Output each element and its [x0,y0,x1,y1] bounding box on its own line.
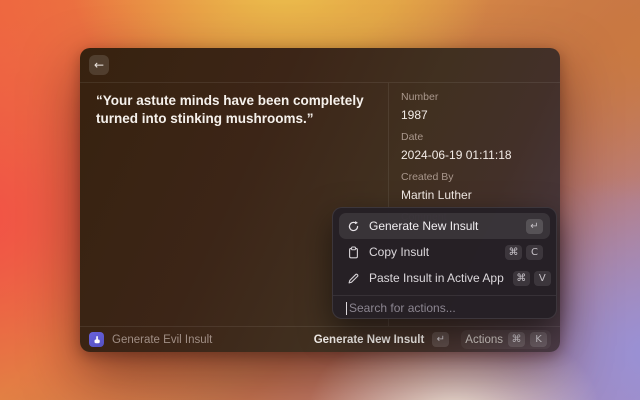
k-key-badge: K [530,332,547,347]
back-arrow-icon: ← [94,55,104,75]
metadata-value: 1987 [401,108,548,122]
window-header: ← [80,48,560,83]
return-key-badge: ↵ [526,219,543,234]
actions-popup: Generate New Insult ↵ Copy Insult ⌘ C [332,207,557,319]
action-label: Copy Insult [369,245,496,259]
metadata-value: 2024-06-19 01:11:18 [401,148,548,162]
c-key-badge: C [526,245,543,260]
cmd-key-badge: ⌘ [505,245,522,260]
metadata-item: Date 2024-06-19 01:11:18 [401,131,548,162]
v-key-badge: V [534,271,551,286]
action-paste-insult[interactable]: Paste Insult in Active App ⌘ V [339,265,550,291]
action-shortcut: ↵ [526,219,543,234]
metadata-label: Date [401,131,548,143]
actions-button-label: Actions [465,334,503,346]
metadata-label: Number [401,91,548,103]
insult-quote: “Your astute minds have been completely … [96,92,372,128]
extension-name: Generate Evil Insult [112,334,212,346]
action-label: Generate New Insult [369,219,517,233]
cmd-key-badge: ⌘ [513,271,530,286]
footer-actions: Generate New Insult ↵ Actions ⌘ K [314,330,551,349]
return-key-badge: ↵ [432,332,449,347]
pencil-icon [346,271,360,285]
actions-list: Generate New Insult ↵ Copy Insult ⌘ C [333,208,556,293]
back-button[interactable]: ← [89,55,109,75]
cmd-key-badge: ⌘ [508,332,525,347]
metadata-value: Martin Luther [401,188,548,202]
clipboard-icon [346,245,360,259]
status-bar: Generate Evil Insult Generate New Insult… [80,326,560,352]
primary-action-button[interactable]: Generate New Insult [314,334,425,346]
action-generate-new-insult[interactable]: Generate New Insult ↵ [339,213,550,239]
popup-divider [333,295,556,296]
actions-search-input[interactable]: Search for actions... [333,298,556,318]
metadata-item: Created By Martin Luther [401,171,548,202]
extension-info: Generate Evil Insult [89,332,212,347]
text-caret [346,302,347,315]
action-shortcut: ⌘ V [513,271,551,286]
actions-panel-button[interactable]: Actions ⌘ K [461,330,551,349]
action-copy-insult[interactable]: Copy Insult ⌘ C [339,239,550,265]
evil-insult-app-icon [89,332,104,347]
refresh-icon [346,219,360,233]
desktop-background: ← “Your astute minds have been completel… [0,0,640,400]
action-shortcut: ⌘ C [505,245,543,260]
metadata-label: Created By [401,171,548,183]
action-label: Paste Insult in Active App [369,271,504,285]
metadata-item: Number 1987 [401,91,548,122]
search-placeholder: Search for actions... [349,301,456,315]
